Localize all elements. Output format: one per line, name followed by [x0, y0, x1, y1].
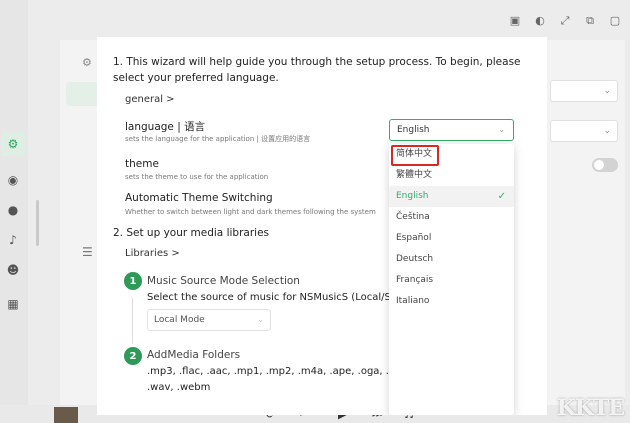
chevron-down-icon: ⌄ — [603, 126, 611, 136]
setup-wizard-dialog: 1. This wizard will help guide you throu… — [97, 37, 547, 415]
music-source-select[interactable]: Local Mode ⌄ — [147, 309, 271, 331]
archive-icon[interactable]: ▦ — [5, 296, 21, 312]
window-icon[interactable]: ▢ — [608, 13, 622, 27]
language-option-selected[interactable]: English ✓ — [389, 186, 514, 207]
language-select-value: English — [397, 125, 430, 135]
music-source-select-value: Local Mode — [154, 315, 205, 325]
language-option[interactable]: Deutsch — [389, 249, 514, 270]
stack-icon: ☰ — [82, 245, 93, 259]
music-note-icon[interactable]: ♪ — [5, 232, 21, 248]
watermark-logo: KKTE — [556, 395, 625, 421]
headphones-icon[interactable]: ◉ — [5, 172, 21, 188]
top-toolbar: ▣ ◐ ⤢ ⧉ ▢ — [508, 10, 622, 30]
auto-theme-title: Automatic Theme Switching — [125, 192, 273, 204]
language-setting-desc: sets the language for the application | … — [125, 135, 311, 143]
checkmark-icon: ✓ — [497, 191, 506, 202]
bookmark-icon[interactable]: ▣ — [508, 13, 522, 27]
settings-icon[interactable]: ⚙ — [1, 132, 25, 156]
chevron-down-icon: ⌄ — [498, 125, 505, 134]
add-folders-title: AddMedia Folders — [147, 349, 241, 361]
fullscreen-icon[interactable]: ⤢ — [558, 13, 572, 27]
language-select[interactable]: English ⌄ — [389, 119, 514, 141]
libraries-breadcrumb[interactable]: Libraries > — [125, 248, 180, 259]
language-option[interactable]: Italiano — [389, 291, 514, 312]
language-setting-title: language | 语言 — [125, 121, 206, 133]
theme-icon[interactable]: ◐ — [533, 13, 547, 27]
language-option[interactable]: Français — [389, 270, 514, 291]
chevron-down-icon: ⌄ — [257, 315, 264, 324]
language-option[interactable]: Čeština — [389, 207, 514, 228]
gear-icon: ⚙ — [82, 56, 92, 69]
step-badge-2: 2 — [124, 347, 142, 365]
chevron-down-icon: ⌄ — [603, 86, 611, 96]
step-2-text: 2. Set up your media libraries — [113, 227, 269, 239]
background-toggle[interactable] — [592, 158, 618, 172]
album-cover[interactable] — [54, 407, 78, 423]
disc-icon[interactable]: ● — [5, 202, 21, 218]
music-source-title: Music Source Mode Selection — [147, 275, 300, 287]
highlight-annotation — [391, 145, 439, 166]
pip-icon[interactable]: ⧉ — [583, 13, 597, 27]
language-option[interactable]: 繁體中文 — [389, 165, 514, 186]
language-option[interactable]: Español — [389, 228, 514, 249]
background-select[interactable]: ⌄ — [550, 120, 618, 142]
auto-theme-desc: Whether to switch between light and dark… — [125, 208, 376, 216]
music-source-text: Select the source of music for NSMusicS … — [147, 292, 397, 303]
general-breadcrumb[interactable]: general > — [125, 94, 175, 105]
step-connector — [132, 298, 133, 344]
sidebar-scrollbar[interactable] — [36, 200, 39, 246]
sidebar: ⚙ ◉ ● ♪ ☻ ▦ — [0, 0, 28, 423]
theme-setting-desc: sets the theme to use for the applicatio… — [125, 173, 269, 181]
theme-setting-title: theme — [125, 158, 159, 170]
background-select[interactable]: ⌄ — [550, 80, 618, 102]
language-dropdown: 简体中文 繁體中文 English ✓ Čeština Español Deut… — [389, 144, 514, 415]
step-badge-1: 1 — [124, 272, 142, 290]
user-icon[interactable]: ☻ — [5, 262, 21, 278]
language-option-label: English — [396, 191, 429, 201]
step-1-text: 1. This wizard will help guide you throu… — [113, 56, 521, 84]
